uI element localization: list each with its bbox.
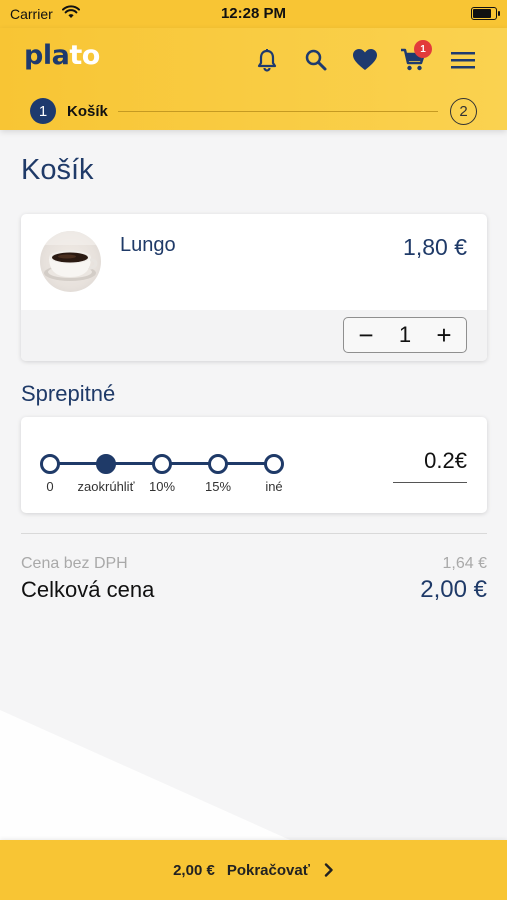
heart-icon[interactable] [351,46,379,74]
total-price-value: 2,00 € [420,576,487,603]
summary-divider [21,533,487,534]
increase-quantity-button[interactable]: + [424,318,464,352]
tips-card: 0.2€ 0 zaokrúhliť 10% 15% iné [21,417,487,513]
item-name: Lungo [120,234,176,256]
cart-badge: 1 [414,40,432,58]
battery-level [473,9,491,18]
item-price: 1,80 € [403,234,467,260]
continue-label: Pokračovať [226,861,310,879]
step-progress-line [118,111,438,112]
tip-option-2-radio[interactable] [152,454,172,474]
step-1-indicator: 1 [30,98,56,124]
logo-text-to: to [69,40,100,71]
tip-option-4-radio[interactable] [264,454,284,474]
continue-amount: 2,00 € [173,861,215,879]
tip-option-1-radio[interactable] [96,454,116,474]
menu-icon[interactable] [449,46,477,74]
battery-icon [471,7,500,20]
net-price-label: Cena bez DPH [21,555,128,572]
background-decoration [0,700,507,840]
tips-title: Sprepitné [21,381,116,406]
step-2-indicator[interactable]: 2 [450,98,477,125]
quantity-value: 1 [398,322,412,347]
decrease-quantity-button[interactable]: − [346,318,386,352]
bell-icon[interactable] [253,46,281,74]
item-footer: − 1 + [21,310,487,361]
page-title: Košík [21,154,94,186]
tip-amount-underline [393,482,467,483]
app-header: plato 1 1 Košík 2 [0,28,507,130]
cart-icon[interactable]: 1 [399,40,432,74]
search-icon[interactable] [302,46,330,74]
status-bar: Carrier 12:28 PM [0,0,507,28]
chevron-right-icon [324,863,334,877]
plato-logo[interactable]: plato [24,40,100,71]
quantity-stepper: − 1 + [343,317,467,353]
total-price-label: Celková cena [21,577,155,602]
cart-item-card: Lungo 1,80 € − 1 + [21,214,487,361]
tip-option-3-radio[interactable] [208,454,228,474]
coffee-cup-image [40,231,101,292]
tip-option-0-radio[interactable] [40,454,60,474]
clock: 12:28 PM [220,5,287,22]
continue-button[interactable]: 2,00 € Pokračovať [0,840,507,900]
tip-amount-input[interactable]: 0.2€ [424,448,467,474]
logo-text-pla: pla [24,40,70,71]
tip-option-4-label: iné [265,479,283,494]
net-price-value: 1,64 € [442,555,487,572]
step-1-label: Košík [67,103,108,120]
